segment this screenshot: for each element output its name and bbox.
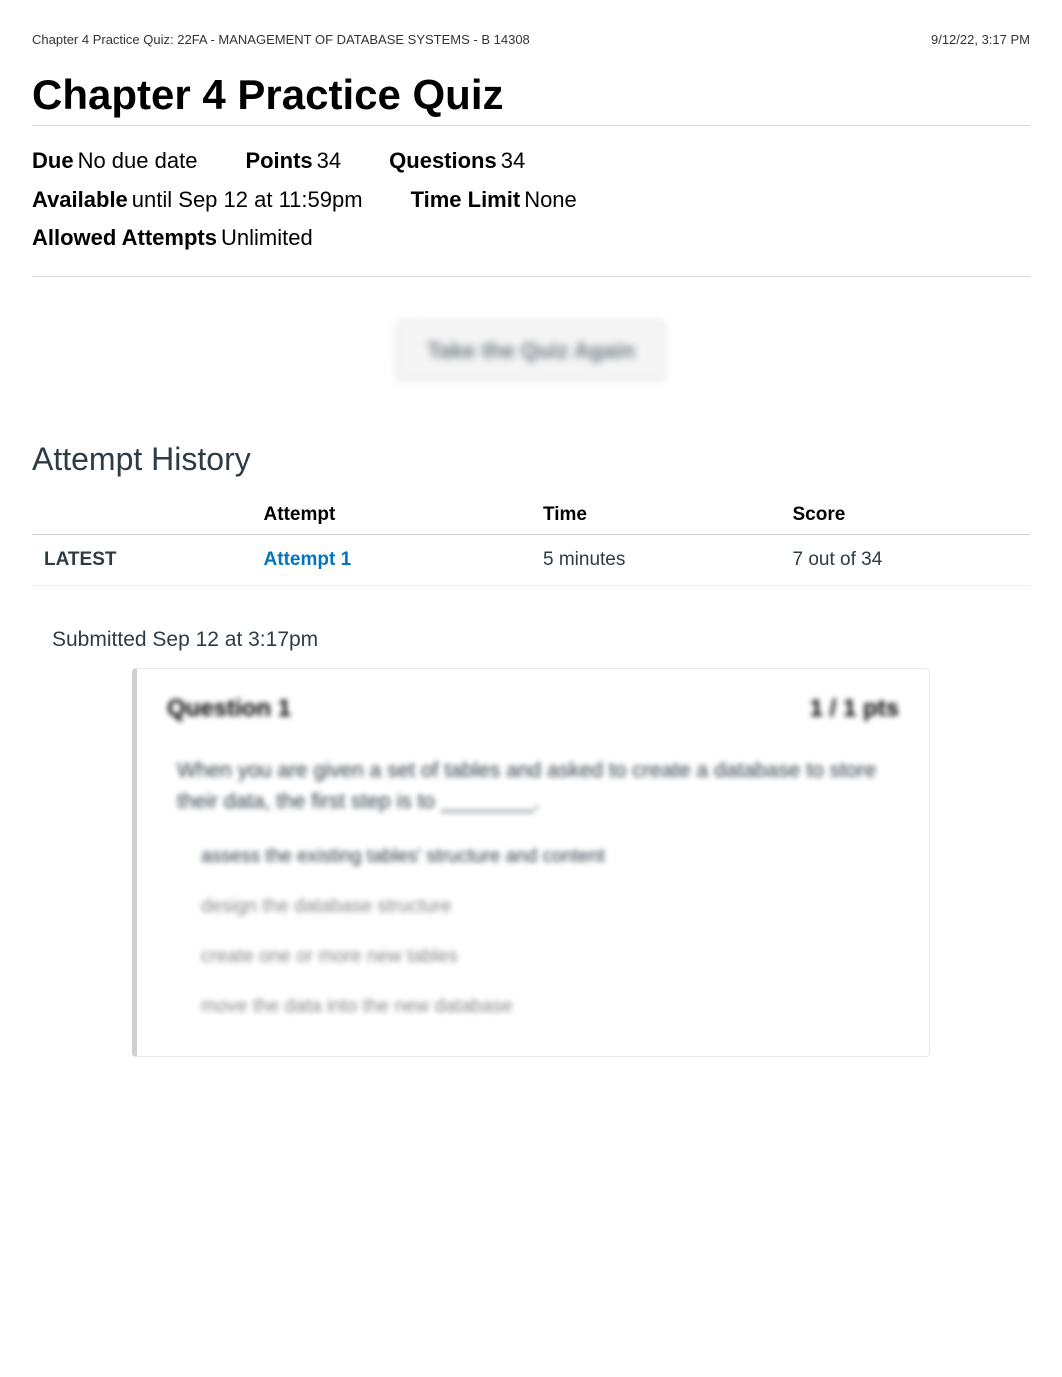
detail-due-label: Due <box>32 148 74 173</box>
detail-points: Points34 <box>245 142 341 181</box>
option-1[interactable]: assess the existing tables' structure an… <box>177 832 899 882</box>
detail-allowed-attempts-value: Unlimited <box>221 225 313 250</box>
table-row: LATEST Attempt 1 5 minutes 7 out of 34 <box>32 534 1030 585</box>
main-content: Chapter 4 Practice Quiz DueNo due date P… <box>0 71 1062 1057</box>
col-score: Score <box>780 496 1030 535</box>
option-3[interactable]: create one or more new tables <box>177 932 899 982</box>
question-title: Question 1 <box>167 695 291 723</box>
option-2[interactable]: design the database structure <box>177 882 899 932</box>
col-attempt: Attempt <box>252 496 531 535</box>
attempt-time: 5 minutes <box>531 534 781 585</box>
detail-time-limit-label: Time Limit <box>411 187 521 212</box>
question-header: Question 1 1 / 1 pts <box>137 669 929 741</box>
question-card: Question 1 1 / 1 pts When you are given … <box>132 668 930 1057</box>
attempt-score: 7 out of 34 <box>780 534 1030 585</box>
detail-points-value: 34 <box>317 148 341 173</box>
detail-available-value: until Sep 12 at 11:59pm <box>132 187 363 212</box>
detail-points-label: Points <box>245 148 312 173</box>
page-title: Chapter 4 Practice Quiz <box>32 71 1030 119</box>
detail-available-label: Available <box>32 187 128 212</box>
col-blank <box>32 496 252 535</box>
take-again-wrap: Take the Quiz Again <box>32 321 1030 381</box>
option-4[interactable]: move the data into the new database <box>177 982 899 1032</box>
detail-due-value: No due date <box>78 148 198 173</box>
detail-allowed-attempts-label: Allowed Attempts <box>32 225 217 250</box>
attempt-history-heading: Attempt History <box>32 441 1030 478</box>
detail-due: DueNo due date <box>32 142 197 181</box>
detail-available: Availableuntil Sep 12 at 11:59pm <box>32 181 363 220</box>
question-points: 1 / 1 pts <box>810 695 899 723</box>
detail-allowed-attempts: Allowed AttemptsUnlimited <box>32 219 313 258</box>
detail-questions: Questions34 <box>389 142 525 181</box>
header-right: 9/12/22, 3:17 PM <box>931 32 1030 47</box>
attempt-link[interactable]: Attempt 1 <box>264 549 352 570</box>
detail-questions-label: Questions <box>389 148 497 173</box>
detail-time-limit-value: None <box>524 187 577 212</box>
latest-badge: LATEST <box>32 534 252 585</box>
col-time: Time <box>531 496 781 535</box>
detail-time-limit: Time LimitNone <box>411 181 577 220</box>
quiz-details: DueNo due date Points34 Questions34 Avai… <box>32 125 1030 277</box>
submitted-timestamp: Submitted Sep 12 at 3:17pm <box>52 628 1030 652</box>
take-quiz-again-button[interactable]: Take the Quiz Again <box>396 321 666 381</box>
header-left: Chapter 4 Practice Quiz: 22FA - MANAGEME… <box>32 32 530 47</box>
attempt-history-table: Attempt Time Score LATEST Attempt 1 5 mi… <box>32 496 1030 586</box>
table-header-row: Attempt Time Score <box>32 496 1030 535</box>
question-prompt: When you are given a set of tables and a… <box>137 741 929 824</box>
detail-questions-value: 34 <box>501 148 525 173</box>
page-print-header: Chapter 4 Practice Quiz: 22FA - MANAGEME… <box>0 0 1062 53</box>
question-options: assess the existing tables' structure an… <box>137 824 929 1056</box>
